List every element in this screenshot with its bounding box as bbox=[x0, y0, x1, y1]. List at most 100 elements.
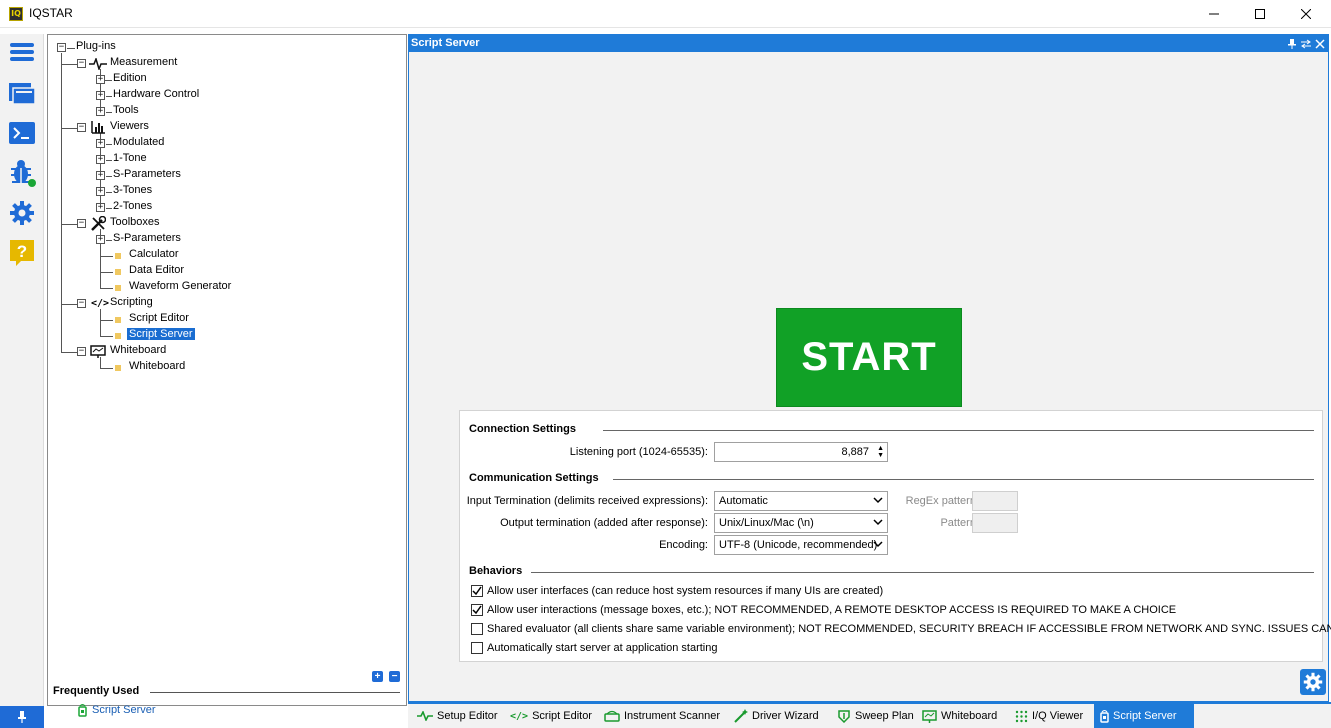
expand-toggle[interactable]: + bbox=[96, 203, 105, 212]
tab-script-editor[interactable]: </> Script Editor bbox=[504, 704, 598, 728]
svg-text:?: ? bbox=[17, 242, 27, 261]
leaf-bullet-icon bbox=[115, 333, 121, 339]
pattern-input[interactable] bbox=[972, 513, 1018, 533]
collapse-toggle[interactable]: − bbox=[77, 299, 86, 308]
tree-node-viewers[interactable]: Viewers bbox=[110, 120, 149, 132]
tree-node-script-server[interactable]: Script Server bbox=[127, 328, 195, 340]
expand-toggle[interactable]: + bbox=[96, 155, 105, 164]
tree-node-s-parameters[interactable]: S-Parameters bbox=[113, 168, 181, 180]
frequently-used-item[interactable]: Script Server bbox=[78, 703, 156, 717]
encoding-select[interactable]: UTF-8 (Unicode, recommended) bbox=[714, 535, 888, 555]
menu-button[interactable] bbox=[7, 37, 37, 67]
settings-button[interactable] bbox=[7, 198, 37, 228]
header-tools bbox=[1287, 35, 1325, 52]
output-termination-select[interactable]: Unix/Linux/Mac (\n) bbox=[714, 513, 888, 533]
leaf-bullet-icon bbox=[115, 317, 121, 323]
server-settings-button[interactable] bbox=[1300, 669, 1326, 695]
checkbox[interactable] bbox=[471, 604, 483, 616]
tree-node-edition[interactable]: Edition bbox=[113, 72, 147, 84]
expand-toggle[interactable]: + bbox=[96, 139, 105, 148]
collapse-toggle[interactable]: − bbox=[57, 43, 66, 52]
chevron-down-icon bbox=[873, 519, 883, 526]
tree-node-2-tones[interactable]: 2-Tones bbox=[113, 200, 152, 212]
expand-all-button[interactable]: + bbox=[372, 671, 383, 682]
app-logo: IQ bbox=[9, 7, 23, 21]
pin-icon bbox=[18, 711, 26, 723]
tree-line bbox=[101, 368, 113, 369]
expand-toggle[interactable]: + bbox=[96, 91, 105, 100]
collapse-toggle[interactable]: − bbox=[77, 123, 86, 132]
tree-line bbox=[106, 192, 112, 193]
tree-line bbox=[61, 53, 62, 353]
debug-button[interactable] bbox=[7, 158, 37, 188]
tab-iq-viewer[interactable]: I/Q Viewer bbox=[1009, 704, 1089, 728]
tree-node-data-editor[interactable]: Data Editor bbox=[129, 264, 184, 276]
expand-toggle[interactable]: + bbox=[96, 187, 105, 196]
behavior-option[interactable]: Shared evaluator (all clients share same… bbox=[471, 623, 1331, 635]
expand-toggle[interactable]: + bbox=[96, 75, 105, 84]
behavior-option[interactable]: Automatically start server at applicatio… bbox=[471, 642, 718, 654]
regex-pattern-input[interactable] bbox=[972, 491, 1018, 511]
checkbox[interactable] bbox=[471, 623, 483, 635]
expand-toggle[interactable]: + bbox=[96, 107, 105, 116]
checkbox[interactable] bbox=[471, 585, 483, 597]
code-icon: </> bbox=[91, 298, 110, 309]
start-button[interactable]: START bbox=[776, 308, 962, 407]
tree-node-calculator[interactable]: Calculator bbox=[129, 248, 179, 260]
checkbox[interactable] bbox=[471, 642, 483, 654]
tree-node-whiteboard-leaf[interactable]: Whiteboard bbox=[129, 360, 185, 372]
minimize-button[interactable] bbox=[1191, 0, 1237, 28]
close-panel-icon[interactable] bbox=[1315, 38, 1325, 49]
collapse-toggle[interactable]: − bbox=[77, 347, 86, 356]
tab-whiteboard[interactable]: Whiteboard bbox=[916, 704, 1003, 728]
tab-instrument-scanner[interactable]: Instrument Scanner bbox=[598, 704, 726, 728]
tree-line bbox=[62, 352, 77, 353]
checkmark-icon bbox=[472, 586, 482, 596]
tree-node-whiteboard[interactable]: Whiteboard bbox=[110, 344, 166, 356]
behavior-option[interactable]: Allow user interactions (message boxes, … bbox=[471, 604, 1176, 616]
tab-driver-wizard[interactable]: Driver Wizard bbox=[728, 704, 825, 728]
divider bbox=[603, 430, 1314, 431]
gear-icon bbox=[10, 201, 34, 225]
tab-setup-editor[interactable]: Setup Editor bbox=[411, 704, 504, 728]
console-button[interactable] bbox=[7, 118, 37, 148]
tab-label: Script Server bbox=[1113, 710, 1177, 722]
tree-node-script-editor[interactable]: Script Editor bbox=[129, 312, 189, 324]
maximize-button[interactable] bbox=[1237, 0, 1283, 28]
tab-sweep-plan[interactable]: Sweep Plan bbox=[831, 704, 920, 728]
pulse-icon bbox=[417, 711, 433, 721]
input-termination-value: Automatic bbox=[719, 495, 768, 507]
tree-node-tools[interactable]: Tools bbox=[113, 104, 139, 116]
tree-node-1-tone[interactable]: 1-Tone bbox=[113, 152, 147, 164]
pulse-icon bbox=[89, 58, 107, 70]
tree-line bbox=[62, 64, 77, 65]
tree-node-3-tones[interactable]: 3-Tones bbox=[113, 184, 152, 196]
tree-node-modulated[interactable]: Modulated bbox=[113, 136, 164, 148]
close-button[interactable] bbox=[1283, 0, 1329, 28]
expand-toggle[interactable]: + bbox=[96, 171, 105, 180]
pin-button[interactable] bbox=[0, 706, 44, 728]
files-button[interactable] bbox=[7, 78, 37, 108]
collapse-toggle[interactable]: − bbox=[77, 219, 86, 228]
tab-script-server[interactable]: Script Server bbox=[1094, 704, 1194, 728]
collapse-toggle[interactable]: − bbox=[77, 59, 86, 68]
tree-line bbox=[106, 112, 112, 113]
tree-node-plugins[interactable]: Plug-ins bbox=[76, 40, 116, 52]
tree-node-hardware-control[interactable]: Hardware Control bbox=[113, 88, 199, 100]
expand-toggle[interactable]: + bbox=[96, 235, 105, 244]
behavior-option[interactable]: Allow user interfaces (can reduce host s… bbox=[471, 585, 883, 597]
tree-node-measurement[interactable]: Measurement bbox=[110, 56, 177, 68]
pin-icon[interactable] bbox=[1287, 38, 1297, 49]
tree-node-scripting[interactable]: Scripting bbox=[110, 296, 153, 308]
collapse-all-button[interactable]: − bbox=[389, 671, 400, 682]
tree-node-toolboxes[interactable]: Toolboxes bbox=[110, 216, 160, 228]
port-input[interactable]: 8,887 ▲ ▼ bbox=[714, 442, 888, 462]
hamburger-icon bbox=[10, 43, 34, 61]
help-button[interactable]: ? bbox=[7, 238, 37, 268]
swap-icon[interactable] bbox=[1301, 39, 1311, 49]
spinner-icon[interactable]: ▲ ▼ bbox=[877, 445, 884, 459]
tree-node-waveform-generator[interactable]: Waveform Generator bbox=[129, 280, 231, 292]
input-termination-select[interactable]: Automatic bbox=[714, 491, 888, 511]
tree-node-s-parameters-toolbox[interactable]: S-Parameters bbox=[113, 232, 181, 244]
output-termination-value: Unix/Linux/Mac (\n) bbox=[719, 517, 814, 529]
